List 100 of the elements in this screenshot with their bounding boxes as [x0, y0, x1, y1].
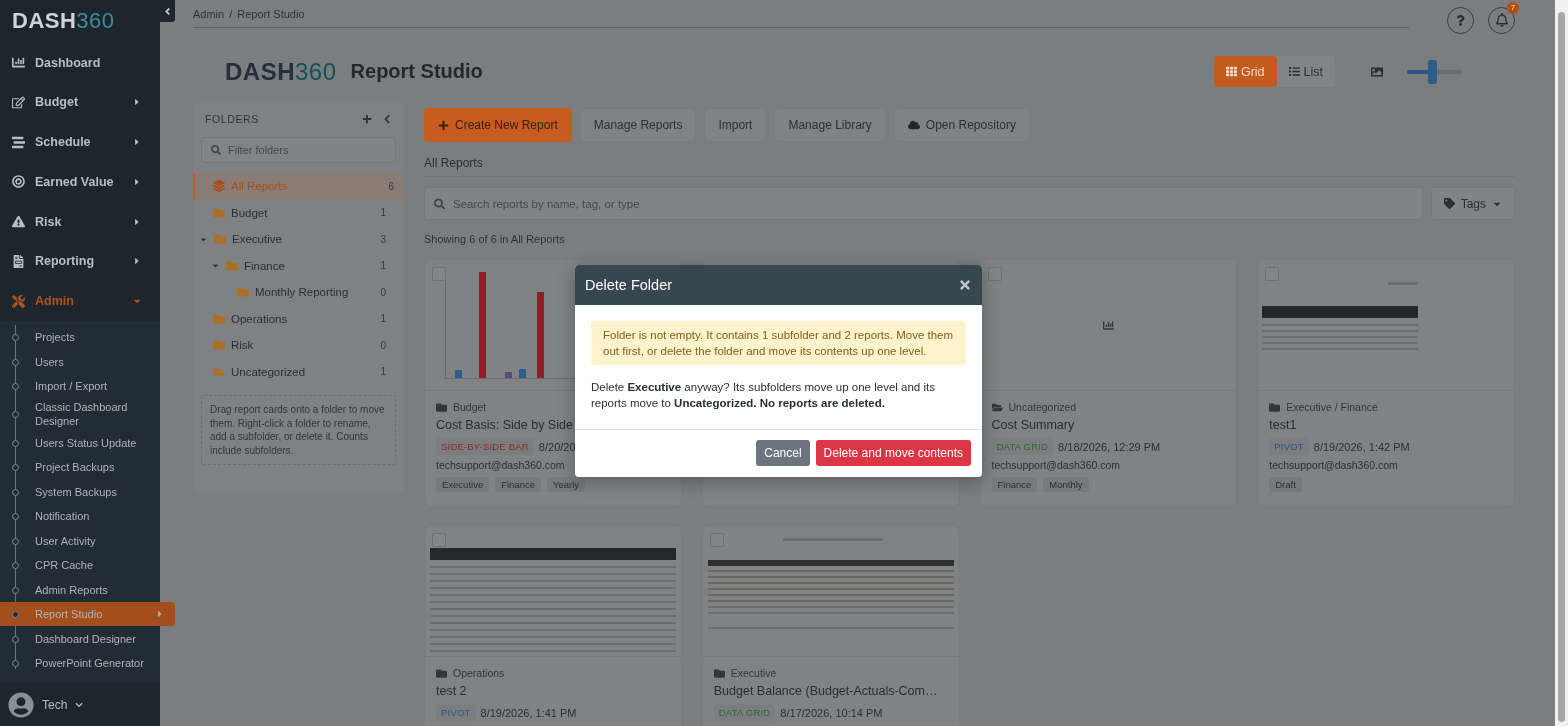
card-date: 8/17/2026, 10:14 PM: [780, 706, 883, 719]
help-text: Drag report cards onto a folder to move them. Right-click a folder to rename, add a subfolder, or delete it. Counts include subfolders.: [201, 395, 396, 465]
collapse-icon[interactable]: [382, 114, 392, 124]
tag-icon: [1443, 198, 1455, 209]
dialog-title: Delete Folder: [585, 277, 673, 293]
scrollbar[interactable]: [1555, 0, 1568, 726]
type-tag: PIVOT: [1269, 438, 1309, 455]
document-icon: [12, 254, 25, 268]
folder-item[interactable]: Risk 0: [193, 332, 396, 359]
select-checkbox[interactable]: [432, 267, 446, 281]
warning-alert: Folder is not empty. It contains 1 subfolder and 2 reports. Move them out first, or delete the folder and move its contents up one level.: [591, 321, 966, 365]
type-tag: SIDE-BY-SIDE BAR: [436, 438, 534, 455]
search-icon: [434, 198, 445, 209]
page-title: Report Studio: [350, 60, 483, 83]
folder-icon: [213, 312, 225, 325]
report-card[interactable]: Executive / Finance test1 PIVOT 8/19/2026, 1:42 PM techsupport@dash360.com Draft: [1257, 259, 1515, 507]
card-date: 8/19/2026, 1:41 PM: [480, 706, 577, 719]
card-folder: Uncategorized: [1008, 401, 1077, 413]
nav-item[interactable]: Admin: [0, 281, 160, 321]
card-title: Cost Summary: [991, 417, 1075, 434]
nav-subitem[interactable]: Dashboard Designer: [0, 626, 160, 651]
nav-subitem[interactable]: Users: [0, 349, 160, 374]
card-date: 8/20/20: [538, 440, 576, 453]
nav-subitem[interactable]: Classic Dashboard Designer: [0, 398, 160, 431]
bell-icon: [1494, 13, 1509, 27]
nav-subitem[interactable]: User Activity: [0, 528, 160, 553]
nav-subitem[interactable]: Import / Export: [0, 373, 160, 399]
card-date: 8/18/2026, 12:29 PM: [1058, 440, 1161, 453]
slider-thumb[interactable]: [1428, 59, 1438, 84]
close-icon[interactable]: [958, 278, 972, 292]
type-tag: DATA GRID: [713, 704, 776, 721]
action-button[interactable]: Manage Reports: [579, 108, 697, 142]
image-icon: [1371, 65, 1383, 78]
tag-chip: Monthly: [1043, 477, 1089, 492]
folder-item[interactable]: Uncategorized 1: [193, 358, 396, 385]
folder-item[interactable]: Finance 1: [193, 252, 396, 279]
card-folder: Executive / Finance: [1286, 401, 1378, 413]
folder-icon: [713, 667, 725, 679]
card-folder: Budget: [453, 401, 487, 413]
card-folder: Executive: [730, 667, 777, 679]
collapse-button[interactable]: [160, 0, 175, 22]
card-owner: techsupport@dash360.com: [991, 459, 1122, 471]
folder-item[interactable]: Budget 1: [193, 199, 396, 226]
nav-item[interactable]: Dashboard: [0, 42, 160, 83]
avatar-icon: [8, 691, 34, 718]
tag-chip: Yearly: [547, 477, 586, 492]
card-title: Cost Basis: Side by Side: [436, 417, 573, 434]
action-button[interactable]: Create New Report: [424, 108, 572, 142]
folder-icon: [226, 259, 238, 272]
nav-item[interactable]: Budget: [0, 82, 160, 123]
breadcrumb-separator: /: [229, 7, 233, 20]
card-title: test 2: [436, 683, 467, 700]
nav-item[interactable]: Reporting: [0, 241, 160, 282]
select-checkbox[interactable]: [432, 533, 446, 547]
tools-icon: [12, 294, 25, 308]
folder-icon: [213, 206, 225, 219]
view-toggle[interactable]: List: [1276, 56, 1335, 87]
nav-item[interactable]: Risk: [0, 201, 160, 242]
report-card[interactable]: Operations test 2 PIVOT 8/19/2026, 1:41 PM: [424, 525, 682, 726]
folder-icon: [436, 667, 447, 679]
tag-chip: Draft: [1269, 477, 1302, 492]
target-icon: [12, 175, 25, 189]
folder-item[interactable]: Executive 3: [193, 226, 396, 253]
nav-subitem[interactable]: Notification: [0, 503, 160, 529]
nav-subitem[interactable]: Report Studio: [0, 601, 175, 627]
action-button[interactable]: Open Repository: [893, 108, 1030, 142]
select-checkbox[interactable]: [987, 267, 1002, 281]
nav-subitem[interactable]: Users Status Update: [0, 430, 160, 455]
folder-icon: [436, 401, 447, 413]
nav-subitem[interactable]: CPR Cache: [0, 552, 160, 578]
folder-item[interactable]: Operations 1: [193, 305, 396, 332]
type-tag: PIVOT: [436, 704, 476, 721]
breadcrumb-item[interactable]: Admin: [193, 7, 225, 20]
nav-subitem[interactable]: System Backups: [0, 479, 160, 504]
nav-subitem[interactable]: Projects: [0, 324, 160, 350]
nav-item[interactable]: Schedule: [0, 122, 160, 162]
folder-icon: [214, 233, 226, 246]
add-icon[interactable]: [362, 114, 372, 124]
delete-button[interactable]: Delete and move contents: [815, 440, 971, 466]
card-title: Budget Balance (Budget-Actuals-Com…: [713, 683, 938, 700]
nav-item[interactable]: Earned Value: [0, 161, 160, 202]
folder-item[interactable]: Monthly Reporting 0: [193, 279, 396, 306]
nav-subitem[interactable]: Project Backups: [0, 454, 160, 480]
action-button[interactable]: Import: [704, 108, 767, 142]
chevron-icon[interactable]: [75, 700, 84, 709]
type-tag: DATA GRID: [991, 438, 1054, 455]
folder-item[interactable]: All Reports 6: [193, 173, 404, 200]
list-icon: [1288, 66, 1300, 77]
filter-field[interactable]: Filter folders: [201, 137, 396, 163]
report-card[interactable]: Uncategorized Cost Summary DATA GRID 8/18/2026, 12:29 PM techsupport@dash360.com Finance Monthly: [979, 259, 1238, 507]
action-button[interactable]: Manage Library: [774, 108, 886, 142]
nav-subitem[interactable]: Admin Reports: [0, 577, 160, 602]
cancel-button[interactable]: Cancel: [756, 440, 810, 466]
report-card[interactable]: Executive Budget Balance (Budget-Actuals-Com… DATA GRID 8/17/2026, 10:14 PM: [701, 525, 960, 726]
tags-dropdown[interactable]: Tags: [1430, 187, 1515, 220]
view-toggle[interactable]: Grid: [1213, 56, 1277, 87]
nav-subitem[interactable]: PowerPoint Generator: [0, 650, 160, 676]
user-menu[interactable]: Tech: [42, 697, 68, 712]
card-folder: Operations: [453, 667, 505, 679]
grid-icon: [1225, 66, 1237, 77]
